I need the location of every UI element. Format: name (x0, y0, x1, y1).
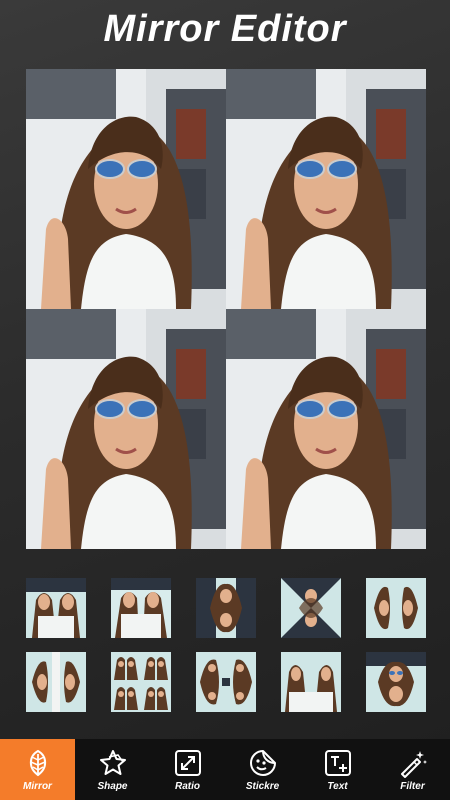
layout-preview (281, 652, 341, 712)
layout-preview (196, 578, 256, 638)
mirror-layout-thumb-8[interactable] (196, 652, 256, 712)
text-add-icon (324, 749, 351, 776)
photo-portrait (26, 69, 226, 309)
ratio-resize-icon (174, 749, 201, 776)
toolbar-ratio-button[interactable]: Ratio (150, 739, 225, 800)
mirror-layout-picker (26, 578, 426, 712)
mirror-cell-top-left[interactable] (26, 69, 226, 309)
toolbar-filter-button[interactable]: Filter (375, 739, 450, 800)
toolbar-mirror-button[interactable]: Mirror (0, 739, 75, 800)
mirror-layout-thumb-6[interactable] (26, 652, 86, 712)
toolbar-ratio-label: Ratio (175, 780, 200, 792)
mirror-layout-thumb-1[interactable] (26, 578, 86, 638)
layout-preview (196, 652, 256, 712)
bottom-toolbar: Mirror Shape Ratio Stickre Text Filter (0, 739, 450, 800)
mirror-layout-thumb-3[interactable] (196, 578, 256, 638)
mirror-layout-thumb-9[interactable] (281, 652, 341, 712)
layout-preview (26, 652, 86, 712)
mirror-leaf-icon (29, 749, 46, 776)
photo-portrait (226, 69, 426, 309)
mirror-layout-thumb-4[interactable] (281, 578, 341, 638)
layout-preview (366, 652, 426, 712)
mirror-cell-top-right[interactable] (226, 69, 426, 309)
mirror-layout-thumb-7[interactable] (111, 652, 171, 712)
toolbar-mirror-label: Mirror (23, 780, 52, 792)
star-shape-icon (99, 749, 126, 775)
toolbar-shape-label: Shape (97, 780, 128, 792)
toolbar-shape-button[interactable]: Shape (75, 739, 150, 800)
photo-portrait (26, 309, 226, 549)
page-title: Mirror Editor (103, 8, 347, 50)
mirror-layout-thumb-10[interactable] (366, 652, 426, 712)
mirror-layout-thumb-2[interactable] (111, 578, 171, 638)
layout-preview (111, 652, 171, 712)
photo-portrait (226, 309, 426, 549)
layout-preview (281, 578, 341, 638)
layout-preview (111, 578, 171, 638)
toolbar-sticker-button[interactable]: Stickre (225, 739, 300, 800)
layout-preview (26, 578, 86, 638)
magic-wand-icon (400, 750, 427, 778)
toolbar-text-button[interactable]: Text (300, 739, 375, 800)
mirror-cell-bottom-right[interactable] (226, 309, 426, 549)
layout-preview (366, 578, 426, 638)
mirror-layout-thumb-5[interactable] (366, 578, 426, 638)
toolbar-text-label: Text (327, 780, 348, 792)
mirror-canvas[interactable] (26, 69, 426, 549)
toolbar-filter-label: Filter (400, 780, 425, 792)
sticker-face-icon (249, 749, 276, 776)
mirror-cell-bottom-left[interactable] (26, 309, 226, 549)
toolbar-sticker-label: Stickre (245, 780, 280, 792)
